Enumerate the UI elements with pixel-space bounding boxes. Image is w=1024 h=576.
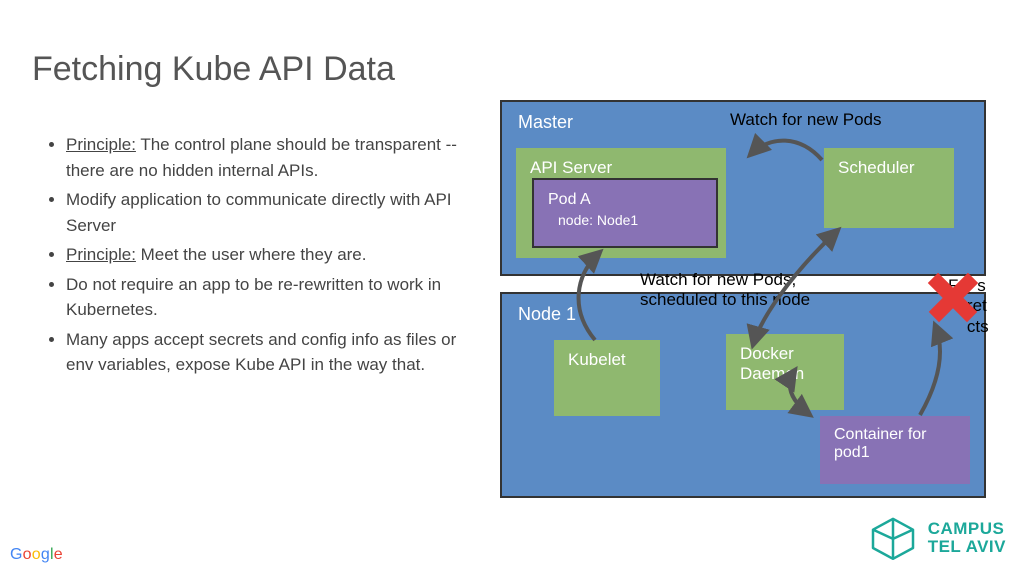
logo-letter: o — [23, 546, 32, 563]
bullet-text: Modify application to communicate direct… — [66, 190, 452, 235]
bullet-item: Principle: Meet the user where they are. — [66, 242, 468, 268]
bullet-text: Many apps accept secrets and config info… — [66, 330, 456, 375]
campus-cube-icon — [868, 516, 918, 560]
bullet-list: Principle: The control plane should be t… — [48, 132, 468, 382]
campus-text: CAMPUS TEL AVIV — [928, 520, 1006, 556]
scheduler-box: Scheduler — [824, 148, 954, 228]
logo-letter: o — [32, 546, 41, 563]
bullet-item: Many apps accept secrets and config info… — [66, 327, 468, 378]
pod-node: node: Node1 — [548, 211, 702, 229]
bullet-text: Do not require an app to be re-rewritten… — [66, 275, 441, 320]
bullet-item: Principle: The control plane should be t… — [66, 132, 468, 183]
container-pod-box: Container for pod1 — [820, 416, 970, 484]
principle-label: Principle: — [66, 135, 136, 154]
architecture-diagram: Master API Server Scheduler Pod A node: … — [500, 100, 1005, 510]
campus-line1: CAMPUS — [928, 520, 1006, 538]
bullet-item: Do not require an app to be re-rewritten… — [66, 272, 468, 323]
annotation-watch-scheduled: Watch for new Pods, scheduled to this no… — [640, 270, 860, 311]
campus-logo: CAMPUS TEL AVIV — [868, 516, 1006, 560]
bullet-text: Meet the user where they are. — [136, 245, 367, 264]
pod-name: Pod A — [548, 191, 591, 208]
node1-title: Node 1 — [518, 304, 576, 325]
logo-letter: e — [54, 546, 63, 563]
logo-letter: g — [41, 546, 50, 563]
cross-icon — [920, 264, 986, 330]
google-logo: Google — [10, 546, 63, 564]
pod-a-box: Pod A node: Node1 — [532, 178, 718, 248]
master-title: Master — [518, 112, 573, 133]
kubelet-box: Kubelet — [554, 340, 660, 416]
campus-line2: TEL AVIV — [928, 538, 1006, 556]
logo-letter: G — [10, 546, 23, 563]
annotation-watch-pods: Watch for new Pods — [730, 110, 882, 130]
slide-title: Fetching Kube API Data — [32, 50, 395, 89]
docker-daemon-box: Docker Daemon — [726, 334, 844, 410]
bullet-item: Modify application to communicate direct… — [66, 187, 468, 238]
principle-label: Principle: — [66, 245, 136, 264]
